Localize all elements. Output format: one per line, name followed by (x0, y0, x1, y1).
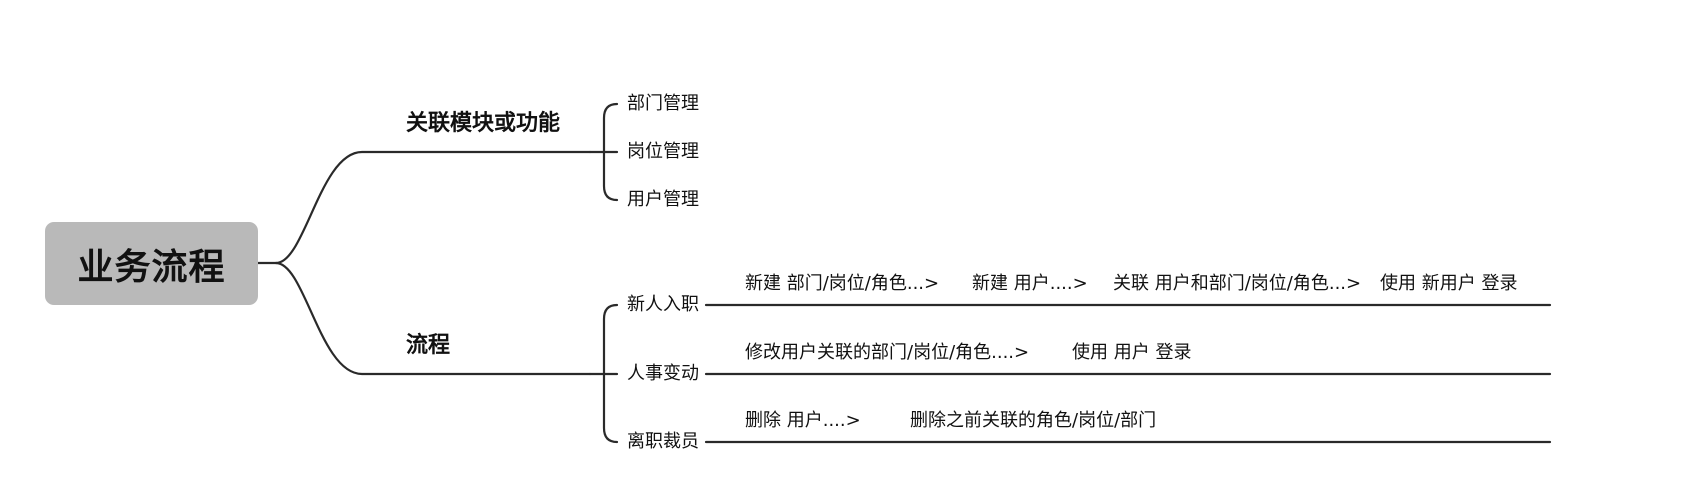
bracket-process (588, 303, 619, 444)
step-transfer-2[interactable]: 使用 用户 登录 (1072, 344, 1191, 362)
node-offboarding[interactable]: 离职裁员 (627, 433, 699, 451)
edge-root-branch-modules (274, 150, 592, 265)
step-offboarding-2[interactable]: 删除之前关联的角色/岗位/部门 (910, 412, 1156, 430)
node-position-management[interactable]: 岗位管理 (627, 143, 699, 161)
root-node[interactable]: 业务流程 (45, 222, 258, 305)
node-user-management[interactable]: 用户管理 (627, 191, 699, 209)
step-transfer-1[interactable]: 修改用户关联的部门/岗位/角色....> (745, 344, 1029, 362)
node-onboarding[interactable]: 新人入职 (627, 296, 699, 314)
step-onboarding-3[interactable]: 关联 用户和部门/岗位/角色...> (1113, 275, 1361, 293)
step-onboarding-1[interactable]: 新建 部门/岗位/角色...> (745, 275, 939, 293)
bracket-modules (588, 102, 619, 202)
step-onboarding-4[interactable]: 使用 新用户 登录 (1380, 275, 1517, 293)
step-offboarding-1[interactable]: 删除 用户....> (745, 412, 861, 430)
node-dept-management[interactable]: 部门管理 (627, 95, 699, 113)
step-onboarding-2[interactable]: 新建 用户....> (972, 275, 1088, 293)
branch-label-modules[interactable]: 关联模块或功能 (406, 113, 560, 135)
node-transfer[interactable]: 人事变动 (627, 365, 699, 383)
root-label: 业务流程 (77, 246, 226, 288)
branch-label-process[interactable]: 流程 (406, 335, 450, 357)
